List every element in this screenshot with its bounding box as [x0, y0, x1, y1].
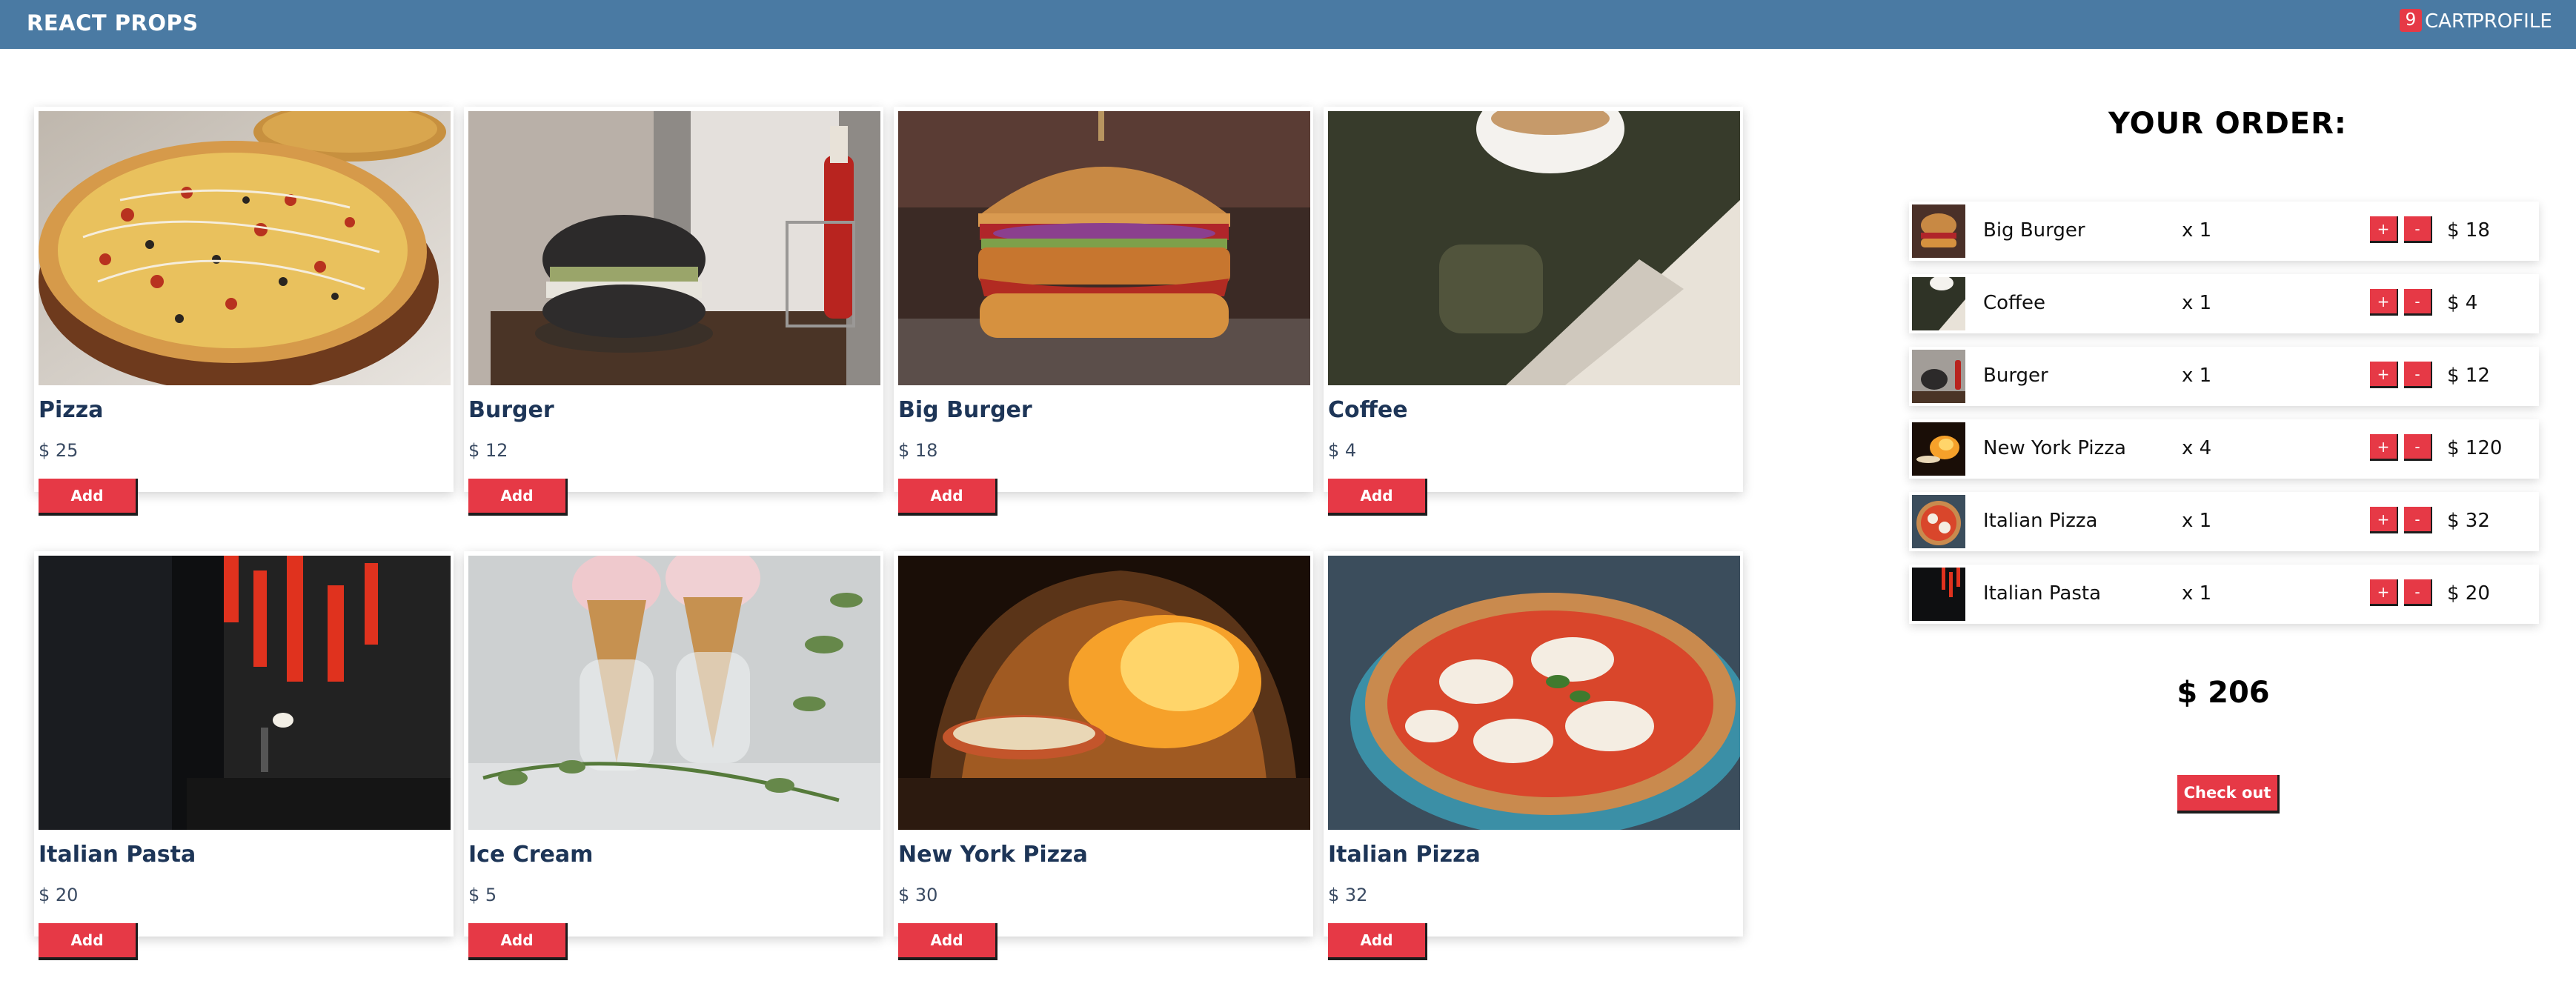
- order-item-name: Big Burger: [1983, 219, 2085, 242]
- order-item: New York Pizza x 4 + - $ 120: [1909, 419, 2539, 479]
- decrease-quantity-button[interactable]: -: [2404, 434, 2432, 461]
- order-item-qty: x 1: [2182, 365, 2212, 387]
- order-item-name: New York Pizza: [1983, 437, 2126, 459]
- burger-image: [468, 111, 880, 385]
- product-title: Pizza: [39, 397, 104, 423]
- add-pizza-button[interactable]: Add: [39, 479, 138, 516]
- italian-pizza-image: [1328, 556, 1740, 830]
- product-price: $ 18: [898, 440, 938, 461]
- big-burger-image: [898, 111, 1310, 385]
- add-ice-cream-button[interactable]: Add: [468, 923, 568, 960]
- order-title: YOUR ORDER:: [2108, 107, 2347, 141]
- product-title: Big Burger: [898, 397, 1032, 423]
- cart-label: CART: [2425, 10, 2475, 33]
- italian-pasta-thumbnail: [1912, 568, 1965, 621]
- order-item: Big Burger x 1 + - $ 18: [1909, 202, 2539, 261]
- new-york-pizza-image: [898, 556, 1310, 830]
- product-card-coffee: Coffee $ 4 Add: [1324, 107, 1743, 516]
- increase-quantity-button[interactable]: +: [2370, 579, 2398, 606]
- add-italian-pizza-button[interactable]: Add: [1328, 923, 1427, 960]
- add-burger-button[interactable]: Add: [468, 479, 568, 516]
- add-italian-pasta-button[interactable]: Add: [39, 923, 138, 960]
- order-total: $ 206: [2177, 676, 2270, 710]
- product-card-italian-pizza: Italian Pizza $ 32 Add: [1324, 551, 1743, 960]
- product-title: Ice Cream: [468, 842, 594, 868]
- ice-cream-image: [468, 556, 880, 830]
- order-item-qty: x 1: [2182, 582, 2212, 605]
- decrease-quantity-button[interactable]: -: [2404, 216, 2432, 243]
- big-burger-thumbnail: [1912, 204, 1965, 258]
- order-item: Italian Pasta x 1 + - $ 20: [1909, 565, 2539, 624]
- product-title: Italian Pasta: [39, 842, 196, 868]
- decrease-quantity-button[interactable]: -: [2404, 507, 2432, 533]
- cart-count-badge: 9: [2400, 9, 2422, 32]
- order-item-name: Burger: [1983, 365, 2048, 387]
- coffee-image: [1328, 111, 1740, 385]
- product-price: $ 25: [39, 440, 79, 461]
- order-item-price: $ 4: [2447, 292, 2478, 314]
- decrease-quantity-button[interactable]: -: [2404, 362, 2432, 388]
- add-big-burger-button[interactable]: Add: [898, 479, 997, 516]
- add-coffee-button[interactable]: Add: [1328, 479, 1427, 516]
- product-price: $ 32: [1328, 885, 1368, 905]
- decrease-quantity-button[interactable]: -: [2404, 579, 2432, 606]
- navbar: REACT PROPS 9 CART PROFILE: [0, 0, 2576, 49]
- product-title: Italian Pizza: [1328, 842, 1481, 868]
- profile-link[interactable]: PROFILE: [2472, 10, 2552, 33]
- order-item-price: $ 32: [2447, 510, 2490, 532]
- product-card-big-burger: Big Burger $ 18 Add: [894, 107, 1313, 516]
- order-item-price: $ 120: [2447, 437, 2503, 459]
- decrease-quantity-button[interactable]: -: [2404, 289, 2432, 316]
- order-item: Burger x 1 + - $ 12: [1909, 347, 2539, 406]
- pizza-image: [39, 111, 451, 385]
- order-item-name: Italian Pasta: [1983, 582, 2102, 605]
- add-new-york-pizza-button[interactable]: Add: [898, 923, 997, 960]
- product-title: Coffee: [1328, 397, 1408, 423]
- order-item-qty: x 1: [2182, 510, 2212, 532]
- order-item-price: $ 20: [2447, 582, 2490, 605]
- italian-pizza-thumbnail: [1912, 495, 1965, 548]
- product-card-pizza: Pizza $ 25 Add: [34, 107, 454, 516]
- order-item: Italian Pizza x 1 + - $ 32: [1909, 492, 2539, 551]
- italian-pasta-image: [39, 556, 451, 830]
- checkout-button[interactable]: Check out: [2177, 775, 2280, 814]
- order-item-name: Coffee: [1983, 292, 2045, 314]
- product-card-burger: Burger $ 12 Add: [464, 107, 883, 516]
- product-price: $ 5: [468, 885, 497, 905]
- product-card-italian-pasta: Italian Pasta $ 20 Add: [34, 551, 454, 960]
- order-panel: YOUR ORDER: Big Burger x 1 + - $ 18 Coff…: [1909, 104, 2546, 815]
- order-item: Coffee x 1 + - $ 4: [1909, 274, 2539, 333]
- increase-quantity-button[interactable]: +: [2370, 289, 2398, 316]
- product-price: $ 12: [468, 440, 508, 461]
- product-price: $ 4: [1328, 440, 1357, 461]
- coffee-thumbnail: [1912, 277, 1965, 330]
- increase-quantity-button[interactable]: +: [2370, 216, 2398, 243]
- increase-quantity-button[interactable]: +: [2370, 362, 2398, 388]
- order-item-qty: x 4: [2182, 437, 2212, 459]
- increase-quantity-button[interactable]: +: [2370, 507, 2398, 533]
- new-york-pizza-thumbnail: [1912, 422, 1965, 476]
- order-item-qty: x 1: [2182, 219, 2212, 242]
- product-price: $ 30: [898, 885, 938, 905]
- increase-quantity-button[interactable]: +: [2370, 434, 2398, 461]
- product-price: $ 20: [39, 885, 79, 905]
- product-card-new-york-pizza: New York Pizza $ 30 Add: [894, 551, 1313, 960]
- order-item-price: $ 12: [2447, 365, 2490, 387]
- product-title: New York Pizza: [898, 842, 1088, 868]
- order-item-name: Italian Pizza: [1983, 510, 2098, 532]
- burger-thumbnail: [1912, 350, 1965, 403]
- order-item-qty: x 1: [2182, 292, 2212, 314]
- brand-logo[interactable]: REACT PROPS: [27, 10, 199, 36]
- product-card-ice-cream: Ice Cream $ 5 Add: [464, 551, 883, 960]
- product-title: Burger: [468, 397, 554, 423]
- order-item-price: $ 18: [2447, 219, 2490, 242]
